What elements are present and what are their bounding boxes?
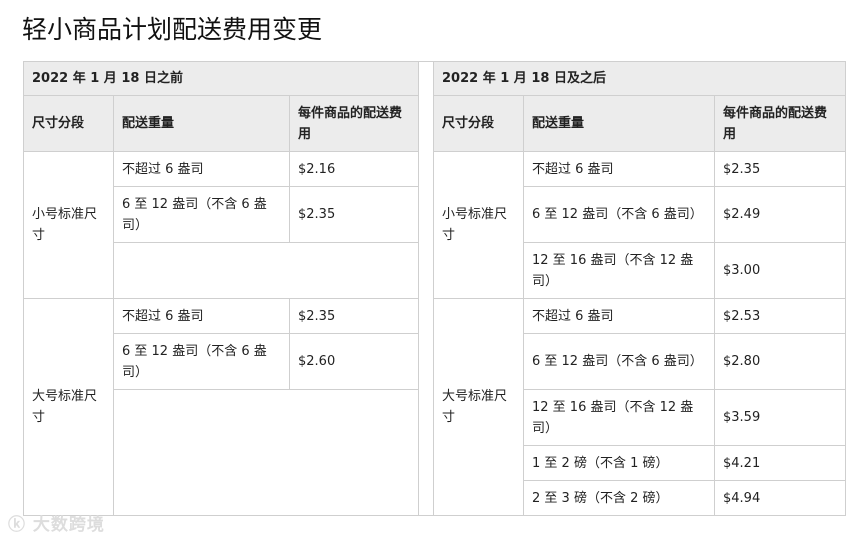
- column-header: 配送重量: [523, 95, 715, 152]
- watermark-text: 大数跨境: [32, 515, 105, 535]
- watermark-logo: ⓚ 大数跨境: [8, 510, 105, 535]
- fee-cell: $2.16: [289, 151, 419, 187]
- weight-cell: 6 至 12 盎司（不含 6 盎司）: [113, 333, 290, 390]
- empty-cell: [113, 389, 419, 516]
- weight-cell: 2 至 3 磅（不含 2 磅）: [523, 480, 715, 516]
- fee-cell: $2.35: [289, 186, 419, 243]
- weight-cell: 12 至 16 盎司（不含 12 盎司）: [523, 242, 715, 299]
- fee-cell: $4.21: [714, 445, 846, 481]
- table-gap: [418, 61, 434, 516]
- fee-cell: $2.80: [714, 333, 846, 390]
- size-tier: 小号标准尺寸: [23, 151, 114, 299]
- column-header: 配送重量: [113, 95, 290, 152]
- watermark-icon: ⓚ: [8, 515, 33, 535]
- fee-cell: $3.00: [714, 242, 846, 299]
- weight-cell: 12 至 16 盎司（不含 12 盎司）: [523, 389, 715, 446]
- column-header: 每件商品的配送费用: [289, 95, 419, 152]
- page-title: 轻小商品计划配送费用变更: [22, 15, 323, 44]
- column-header: 尺寸分段: [23, 95, 114, 152]
- fee-cell: $4.94: [714, 480, 846, 516]
- fee-cell: $2.35: [714, 151, 846, 187]
- fee-cell: $3.59: [714, 389, 846, 446]
- weight-cell: 1 至 2 磅（不含 1 磅）: [523, 445, 715, 481]
- fee-comparison-table: 2022 年 1 月 18 日之前 2022 年 1 月 18 日及之后 尺寸分…: [23, 61, 846, 516]
- empty-cell: [113, 242, 419, 299]
- fee-cell: $2.53: [714, 298, 846, 334]
- size-tier: 大号标准尺寸: [433, 298, 524, 516]
- column-header: 尺寸分段: [433, 95, 524, 152]
- before-period-header: 2022 年 1 月 18 日之前: [23, 61, 419, 96]
- weight-cell: 6 至 12 盎司（不含 6 盎司）: [523, 186, 715, 243]
- weight-cell: 不超过 6 盎司: [113, 298, 290, 334]
- weight-cell: 6 至 12 盎司（不含 6 盎司）: [113, 186, 290, 243]
- fee-cell: $2.60: [289, 333, 419, 390]
- weight-cell: 不超过 6 盎司: [113, 151, 290, 187]
- weight-cell: 不超过 6 盎司: [523, 298, 715, 334]
- weight-cell: 不超过 6 盎司: [523, 151, 715, 187]
- fee-cell: $2.35: [289, 298, 419, 334]
- weight-cell: 6 至 12 盎司（不含 6 盎司）: [523, 333, 715, 390]
- size-tier: 大号标准尺寸: [23, 298, 114, 516]
- column-header: 每件商品的配送费用: [714, 95, 846, 152]
- size-tier: 小号标准尺寸: [433, 151, 524, 299]
- fee-cell: $2.49: [714, 186, 846, 243]
- after-period-header: 2022 年 1 月 18 日及之后: [433, 61, 846, 96]
